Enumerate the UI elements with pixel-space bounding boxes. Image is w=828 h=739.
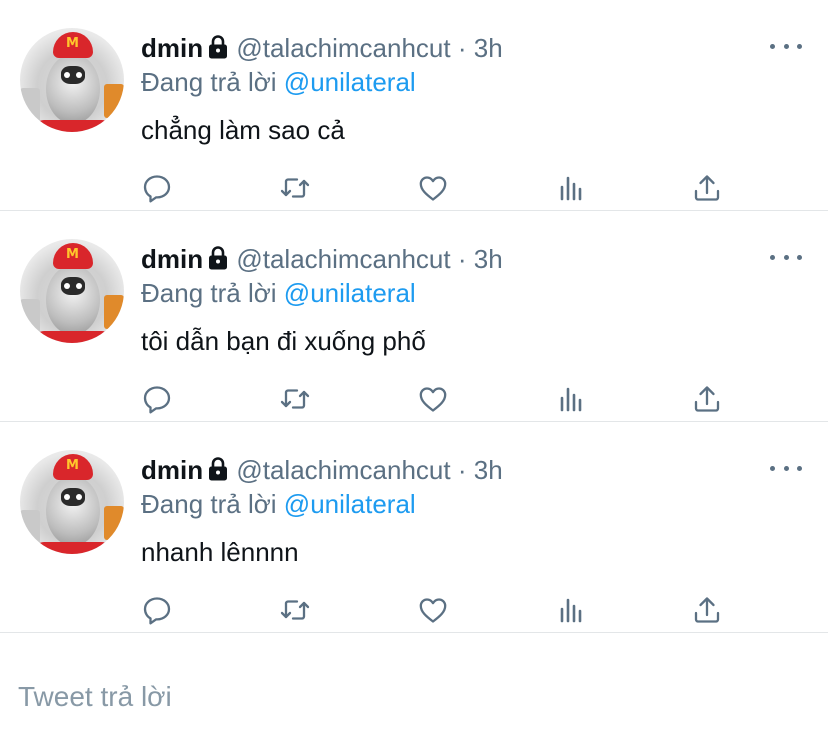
replying-to: Đang trả lời @unilateral	[141, 66, 416, 98]
reply-to-mention[interactable]: @unilateral	[284, 489, 416, 519]
reply-icon	[141, 594, 173, 626]
share-icon	[691, 594, 723, 626]
retweet-icon	[279, 594, 311, 626]
analytics-icon	[555, 594, 587, 626]
timestamp[interactable]: 3h	[474, 33, 503, 63]
reply-prefix: Đang trả lời	[141, 67, 277, 97]
tweet-actions	[0, 383, 828, 419]
user-handle[interactable]: @talachimcanhcut	[236, 455, 450, 485]
reply-prefix: Đang trả lời	[141, 278, 277, 308]
tweet-header: dmin @talachimcanhcut · 3h	[141, 243, 503, 278]
tweet-actions	[0, 172, 828, 208]
avatar[interactable]: M	[20, 450, 124, 554]
user-handle[interactable]: @talachimcanhcut	[236, 244, 450, 274]
tweet[interactable]: M dmin @talachimcanhcut · 3h Đang trả lờ…	[0, 422, 828, 633]
lock-icon	[207, 245, 229, 278]
reply-to-mention[interactable]: @unilateral	[284, 67, 416, 97]
retweet-button[interactable]	[279, 383, 311, 415]
reply-button[interactable]	[141, 172, 173, 204]
avatar[interactable]: M	[20, 28, 124, 132]
like-button[interactable]	[417, 383, 449, 415]
reply-button[interactable]	[141, 594, 173, 626]
display-name[interactable]: dmin	[141, 33, 203, 63]
analytics-button[interactable]	[555, 383, 587, 415]
share-button[interactable]	[691, 383, 723, 415]
display-name[interactable]: dmin	[141, 244, 203, 274]
lock-icon	[207, 456, 229, 489]
reply-composer	[0, 655, 828, 739]
heart-icon	[417, 594, 449, 626]
retweet-button[interactable]	[279, 594, 311, 626]
share-button[interactable]	[691, 594, 723, 626]
user-handle[interactable]: @talachimcanhcut	[236, 33, 450, 63]
tweet-header: dmin @talachimcanhcut · 3h	[141, 32, 503, 67]
tweet[interactable]: M dmin @talachimcanhcut · 3h Đang trả lờ…	[0, 0, 828, 211]
separator: ·	[457, 33, 467, 63]
tweet-header: dmin @talachimcanhcut · 3h	[141, 454, 503, 489]
tweet-text: tôi dẫn bạn đi xuống phố	[141, 326, 426, 356]
more-icon	[770, 43, 775, 49]
like-button[interactable]	[417, 172, 449, 204]
more-options-button[interactable]	[770, 458, 802, 478]
tweet-actions	[0, 594, 828, 630]
replying-to: Đang trả lời @unilateral	[141, 277, 416, 309]
timestamp[interactable]: 3h	[474, 455, 503, 485]
analytics-button[interactable]	[555, 594, 587, 626]
reply-prefix: Đang trả lời	[141, 489, 277, 519]
more-options-button[interactable]	[770, 247, 802, 267]
lock-icon	[207, 34, 229, 67]
tweet-text: chẳng làm sao cả	[141, 115, 345, 145]
like-button[interactable]	[417, 594, 449, 626]
avatar[interactable]: M	[20, 239, 124, 343]
heart-icon	[417, 383, 449, 415]
reply-button[interactable]	[141, 383, 173, 415]
timestamp[interactable]: 3h	[474, 244, 503, 274]
separator: ·	[457, 244, 467, 274]
heart-icon	[417, 172, 449, 204]
reply-icon	[141, 383, 173, 415]
more-icon	[770, 254, 775, 260]
retweet-icon	[279, 172, 311, 204]
analytics-icon	[555, 383, 587, 415]
tweet-thread: M dmin @talachimcanhcut · 3h Đang trả lờ…	[0, 0, 828, 633]
tweet-text: nhanh lênnnn	[141, 537, 299, 567]
replying-to: Đang trả lời @unilateral	[141, 488, 416, 520]
reply-input[interactable]	[18, 675, 808, 719]
retweet-icon	[279, 383, 311, 415]
reply-icon	[141, 172, 173, 204]
more-options-button[interactable]	[770, 36, 802, 56]
analytics-icon	[555, 172, 587, 204]
display-name[interactable]: dmin	[141, 455, 203, 485]
retweet-button[interactable]	[279, 172, 311, 204]
separator: ·	[457, 455, 467, 485]
analytics-button[interactable]	[555, 172, 587, 204]
share-button[interactable]	[691, 172, 723, 204]
share-icon	[691, 172, 723, 204]
more-icon	[770, 465, 775, 471]
tweet[interactable]: M dmin @talachimcanhcut · 3h Đang trả lờ…	[0, 211, 828, 422]
reply-to-mention[interactable]: @unilateral	[284, 278, 416, 308]
share-icon	[691, 383, 723, 415]
